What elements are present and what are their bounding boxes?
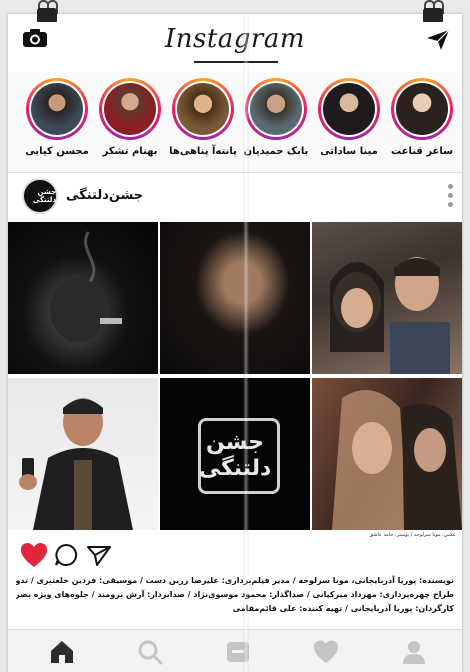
grid-title-logo: جشن دلتنگی [160, 378, 310, 530]
post-image-grid[interactable]: جشن دلتنگی [8, 222, 462, 530]
credit-line: کارگردان: پوریا آذربایجانی / تهیه کننده:… [232, 604, 454, 613]
app-logo: Instagram [164, 24, 306, 54]
binder-clip-left [34, 0, 60, 22]
avatar [323, 83, 375, 135]
top-bar: Instagram [8, 14, 462, 64]
story-item[interactable]: محسن کیایی [21, 78, 93, 157]
grid-photo-smoker [8, 222, 158, 374]
grid-photo-woman-hand [160, 222, 310, 374]
search-icon[interactable] [136, 638, 164, 666]
home-icon[interactable] [48, 638, 76, 666]
title-logo-text: جشن دلتنگی [198, 430, 272, 481]
avatar [250, 83, 302, 135]
tv-icon[interactable] [224, 638, 252, 666]
story-name: پانته‌آ پناهی‌ها [169, 146, 237, 157]
send-icon[interactable] [426, 29, 450, 51]
more-options-icon[interactable] [448, 184, 454, 210]
avatar [396, 83, 448, 135]
avatar [104, 83, 156, 135]
post-account-name[interactable]: جشن‌دلتنگی [66, 188, 143, 203]
logo-underline [194, 61, 278, 63]
poster-frame: Instagram ساغر قناعت مینا ساداتی بابک حم… [8, 14, 462, 672]
post-header: جشن دلتنگی جشن‌دلتنگی [8, 176, 462, 218]
heart-icon[interactable] [20, 542, 48, 568]
story-name: بهنام تشکر [102, 146, 158, 157]
post-avatar[interactable]: جشن دلتنگی [22, 178, 58, 214]
binder-clip-right [420, 0, 446, 22]
story-item[interactable]: ساغر قناعت [386, 78, 458, 157]
avatar [177, 83, 229, 135]
avatar [31, 83, 83, 135]
credit-line: طراح چهره‌پردازی: مهرداد میرکیانی / صداگ… [16, 590, 454, 599]
grid-photo-women-scarves [312, 378, 462, 530]
stories-bar: ساغر قناعت مینا ساداتی بابک حمیدیان پانت… [8, 72, 462, 173]
story-name: بابک حمیدیان [243, 146, 309, 157]
bottom-nav [8, 629, 462, 672]
credit-line: نویسنده: پوریا آذربایجانی، مونا سرلوحه /… [16, 576, 454, 585]
post-actions [8, 538, 462, 572]
story-item[interactable]: بهنام تشکر [94, 78, 166, 157]
grid-photo-couple [312, 222, 462, 374]
activity-heart-icon[interactable] [312, 638, 340, 666]
story-name: مینا ساداتی [320, 146, 378, 157]
story-name: محسن کیایی [25, 146, 89, 157]
profile-icon[interactable] [400, 638, 428, 666]
comment-icon[interactable] [54, 543, 78, 567]
share-icon[interactable] [86, 543, 112, 567]
story-item[interactable]: بابک حمیدیان [240, 78, 312, 157]
story-name: ساغر قناعت [391, 146, 453, 157]
story-item[interactable]: پانته‌آ پناهی‌ها [167, 78, 239, 157]
story-item[interactable]: مینا ساداتی [313, 78, 385, 157]
post-caption: نویسنده: پوریا آذربایجانی، مونا سرلوحه /… [16, 574, 454, 616]
grid-photo-shouting-man [8, 378, 158, 530]
